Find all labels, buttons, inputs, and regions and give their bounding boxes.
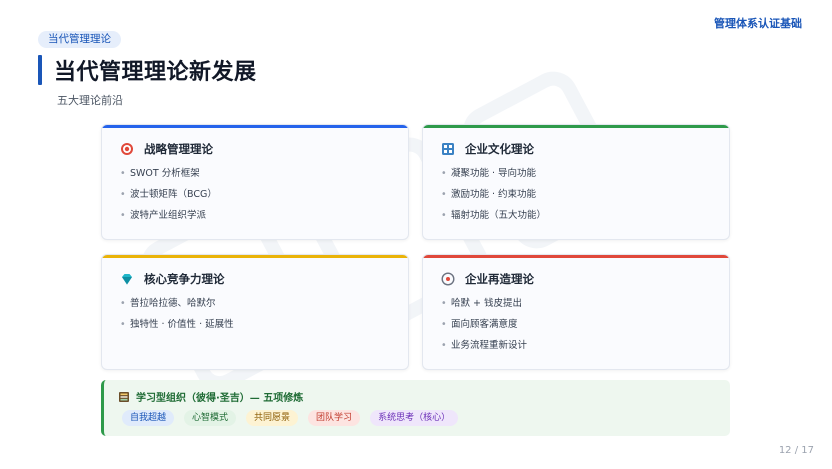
card-strategy: 战略管理理论 • SWOT 分析框架 • 波士顿矩阵（BCG） • 波特产业组织学派 [101, 124, 409, 240]
card-accent-line [423, 255, 729, 258]
list-item: • SWOT 分析框架 [120, 168, 200, 179]
list-item: • 面向顾客满意度 [441, 319, 518, 330]
list-item: • 独特性 · 价值性 · 延展性 [120, 319, 234, 330]
card-accent-line [102, 125, 408, 128]
book-icon [118, 391, 130, 403]
list-item: • 业务流程重新设计 [441, 340, 528, 351]
list-item: • 哈默 + 钱皮提出 [441, 298, 522, 309]
card-accent-line [102, 255, 408, 258]
cycle-icon [441, 272, 455, 286]
building-icon [441, 142, 455, 156]
tag-self-mastery: 自我超越 [122, 410, 175, 426]
learning-org-title: 学习型组织（彼得·圣吉）— 五项修炼 [136, 393, 304, 404]
tag-systems-thinking: 系统思考（核心） [370, 410, 459, 426]
card-reengineering: 企业再造理论 • 哈默 + 钱皮提出 • 面向顾客满意度 • 业务流程重新设计 [422, 254, 730, 370]
header-brand: 管理体系认证基础 [714, 17, 802, 30]
list-item: • 波特产业组织学派 [120, 210, 207, 221]
card-title: 战略管理理论 [144, 142, 213, 156]
learning-org-box: 学习型组织（彼得·圣吉）— 五项修炼 自我超越 心智模式 共同愿景 团队学习 系… [101, 380, 730, 436]
title-accent-bar [38, 55, 42, 85]
card-title: 企业再造理论 [465, 272, 534, 286]
card-title: 企业文化理论 [465, 142, 534, 156]
list-item: • 波士顿矩阵（BCG） [120, 189, 217, 200]
card-core-competence: 核心竞争力理论 • 普拉哈拉德、哈默尔 • 独特性 · 价值性 · 延展性 [101, 254, 409, 370]
list-item: • 凝聚功能 · 导向功能 [441, 168, 537, 179]
target-icon [120, 142, 134, 156]
card-culture: 企业文化理论 • 凝聚功能 · 导向功能 • 激励功能 · 约束功能 • 辐射功能（五… [422, 124, 730, 240]
list-item: • 辐射功能（五大功能） [441, 210, 547, 221]
list-item: • 激励功能 · 约束功能 [441, 189, 537, 200]
page-title: 当代管理理论新发展 [54, 60, 257, 85]
card-accent-line [423, 125, 729, 128]
card-title: 核心竞争力理论 [144, 272, 225, 286]
list-item: • 普拉哈拉德、哈默尔 [120, 298, 216, 309]
gem-icon [120, 272, 134, 286]
section-pill: 当代管理理论 [38, 31, 121, 48]
tag-team-learning: 团队学习 [308, 410, 361, 426]
tag-shared-vision: 共同愿景 [246, 410, 299, 426]
tag-mental-models: 心智模式 [184, 410, 237, 426]
page-number: 12 / 17 [778, 445, 814, 456]
page-subtitle: 五大理论前沿 [57, 94, 123, 107]
